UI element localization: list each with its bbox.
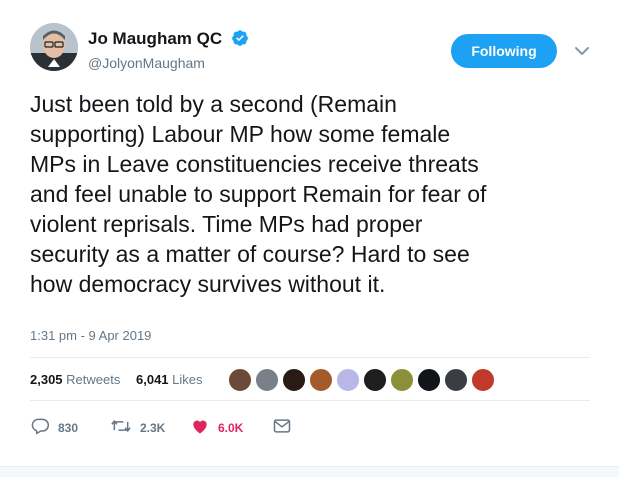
following-button[interactable]: Following xyxy=(451,34,557,68)
tweet-text-line: and feel unable to support Remain for fe… xyxy=(30,181,487,207)
tweet-header: Jo Maugham QC @JolyonMaugham Following xyxy=(30,23,600,79)
liker-avatar[interactable] xyxy=(228,368,252,392)
liker-avatar[interactable] xyxy=(282,368,306,392)
tweet-card: Jo Maugham QC @JolyonMaugham Following J… xyxy=(0,0,619,477)
footer-bar xyxy=(0,466,619,477)
liker-avatar[interactable] xyxy=(309,368,333,392)
liker-avatar[interactable] xyxy=(471,368,495,392)
liker-avatar[interactable] xyxy=(336,368,360,392)
likes-label: Likes xyxy=(172,372,203,387)
reply-count: 830 xyxy=(58,421,79,435)
tweet-text-line: supporting) Labour MP how some female xyxy=(30,121,451,147)
author-handle[interactable]: @JolyonMaugham xyxy=(88,55,205,71)
reply-button[interactable]: 830 xyxy=(30,414,78,442)
tweet-text-line: how democracy survives without it. xyxy=(30,271,386,297)
heart-icon xyxy=(190,416,210,441)
tweet-text-line: MPs in Leave constituencies receive thre… xyxy=(30,151,479,177)
retweets-count: 2,305 xyxy=(30,372,63,387)
direct-message-button[interactable] xyxy=(272,414,292,442)
liker-avatar[interactable] xyxy=(363,368,387,392)
author-name[interactable]: Jo Maugham QC xyxy=(88,29,222,48)
avatar[interactable] xyxy=(30,23,78,71)
liker-avatar[interactable] xyxy=(255,368,279,392)
chevron-down-icon[interactable] xyxy=(570,39,594,63)
like-count: 6.0K xyxy=(218,421,244,435)
retweet-button[interactable]: 2.3K xyxy=(110,414,165,442)
verified-badge-icon xyxy=(231,29,249,52)
liker-avatar[interactable] xyxy=(390,368,414,392)
tweet-actions: 830 2.3K 6.0K xyxy=(30,414,590,444)
like-button[interactable]: 6.0K xyxy=(190,414,243,442)
divider xyxy=(30,400,590,401)
liker-avatar[interactable] xyxy=(444,368,468,392)
tweet-text: Just been told by a second (Remain suppo… xyxy=(30,89,595,299)
likes-stat[interactable]: 6,041 Likes xyxy=(136,372,203,387)
retweets-stat[interactable]: 2,305 Retweets xyxy=(30,372,120,387)
liker-avatar[interactable] xyxy=(417,368,441,392)
tweet-timestamp[interactable]: 1:31 pm - 9 Apr 2019 xyxy=(30,328,151,343)
message-icon xyxy=(272,416,292,441)
author-name-wrap: Jo Maugham QC xyxy=(88,29,249,52)
retweets-label: Retweets xyxy=(66,372,121,387)
tweet-text-line: Just been told by a second (Remain xyxy=(30,91,397,117)
retweet-count: 2.3K xyxy=(140,421,166,435)
retweet-icon xyxy=(110,416,132,441)
likes-count: 6,041 xyxy=(136,372,169,387)
engagement-stats: 2,305 Retweets 6,041 Likes xyxy=(30,360,590,400)
tweet-text-line: violent reprisals. Time MPs had proper xyxy=(30,211,423,237)
reply-icon xyxy=(30,416,50,441)
divider xyxy=(30,357,590,358)
tweet-text-line: security as a matter of course? Hard to … xyxy=(30,241,470,267)
